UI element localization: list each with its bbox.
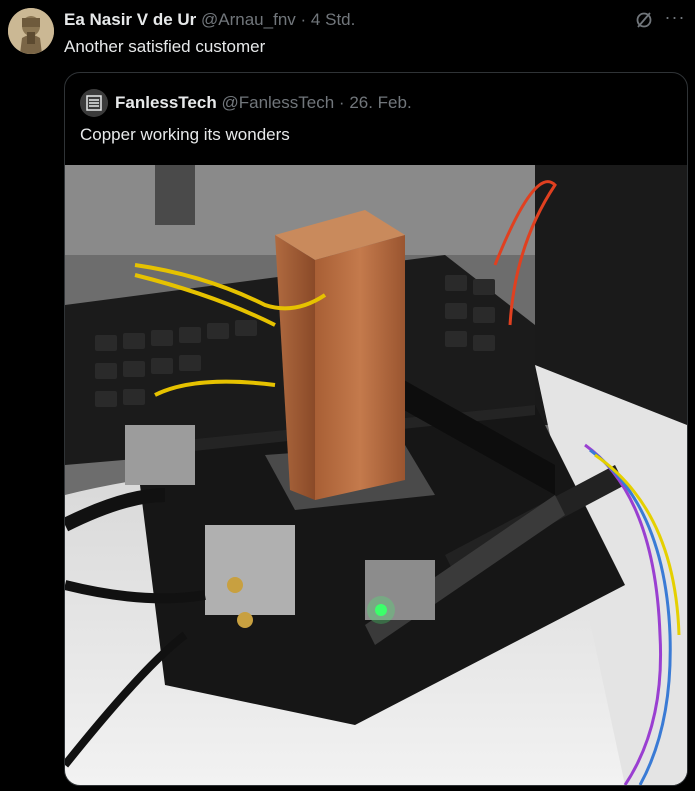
grok-slash-icon[interactable] bbox=[634, 10, 654, 30]
fanlesstech-logo-icon[interactable] bbox=[80, 89, 108, 117]
author-name[interactable]: Ea Nasir V de Ur bbox=[64, 10, 196, 29]
quoted-author-name[interactable]: FanlessTech bbox=[115, 93, 217, 112]
separator: · bbox=[300, 10, 307, 29]
tweet-header: Ea Nasir V de Ur @Arnau_fnv · 4 Std. bbox=[64, 10, 355, 30]
tweet-text: Another satisfied customer bbox=[64, 37, 266, 56]
more-icon[interactable]: ··· bbox=[664, 7, 686, 29]
author-handle[interactable]: @Arnau_fnv bbox=[201, 10, 296, 29]
quoted-tweet-text: Copper working its wonders bbox=[80, 125, 290, 144]
avatar[interactable] bbox=[8, 8, 54, 54]
quoted-author-handle[interactable]: @FanlessTech bbox=[221, 93, 334, 112]
copper-heatsink-photo[interactable] bbox=[65, 165, 687, 785]
tweet-time[interactable]: 4 Std. bbox=[311, 10, 355, 29]
separator: · bbox=[338, 93, 345, 112]
quoted-tweet-header: FanlessTech @FanlessTech · 26. Feb. bbox=[115, 93, 412, 113]
tweet[interactable]: Ea Nasir V de Ur @Arnau_fnv · 4 Std. Ano… bbox=[0, 0, 695, 791]
quoted-tweet-date[interactable]: 26. Feb. bbox=[349, 93, 411, 112]
quoted-tweet[interactable]: FanlessTech @FanlessTech · 26. Feb. Copp… bbox=[64, 72, 688, 786]
